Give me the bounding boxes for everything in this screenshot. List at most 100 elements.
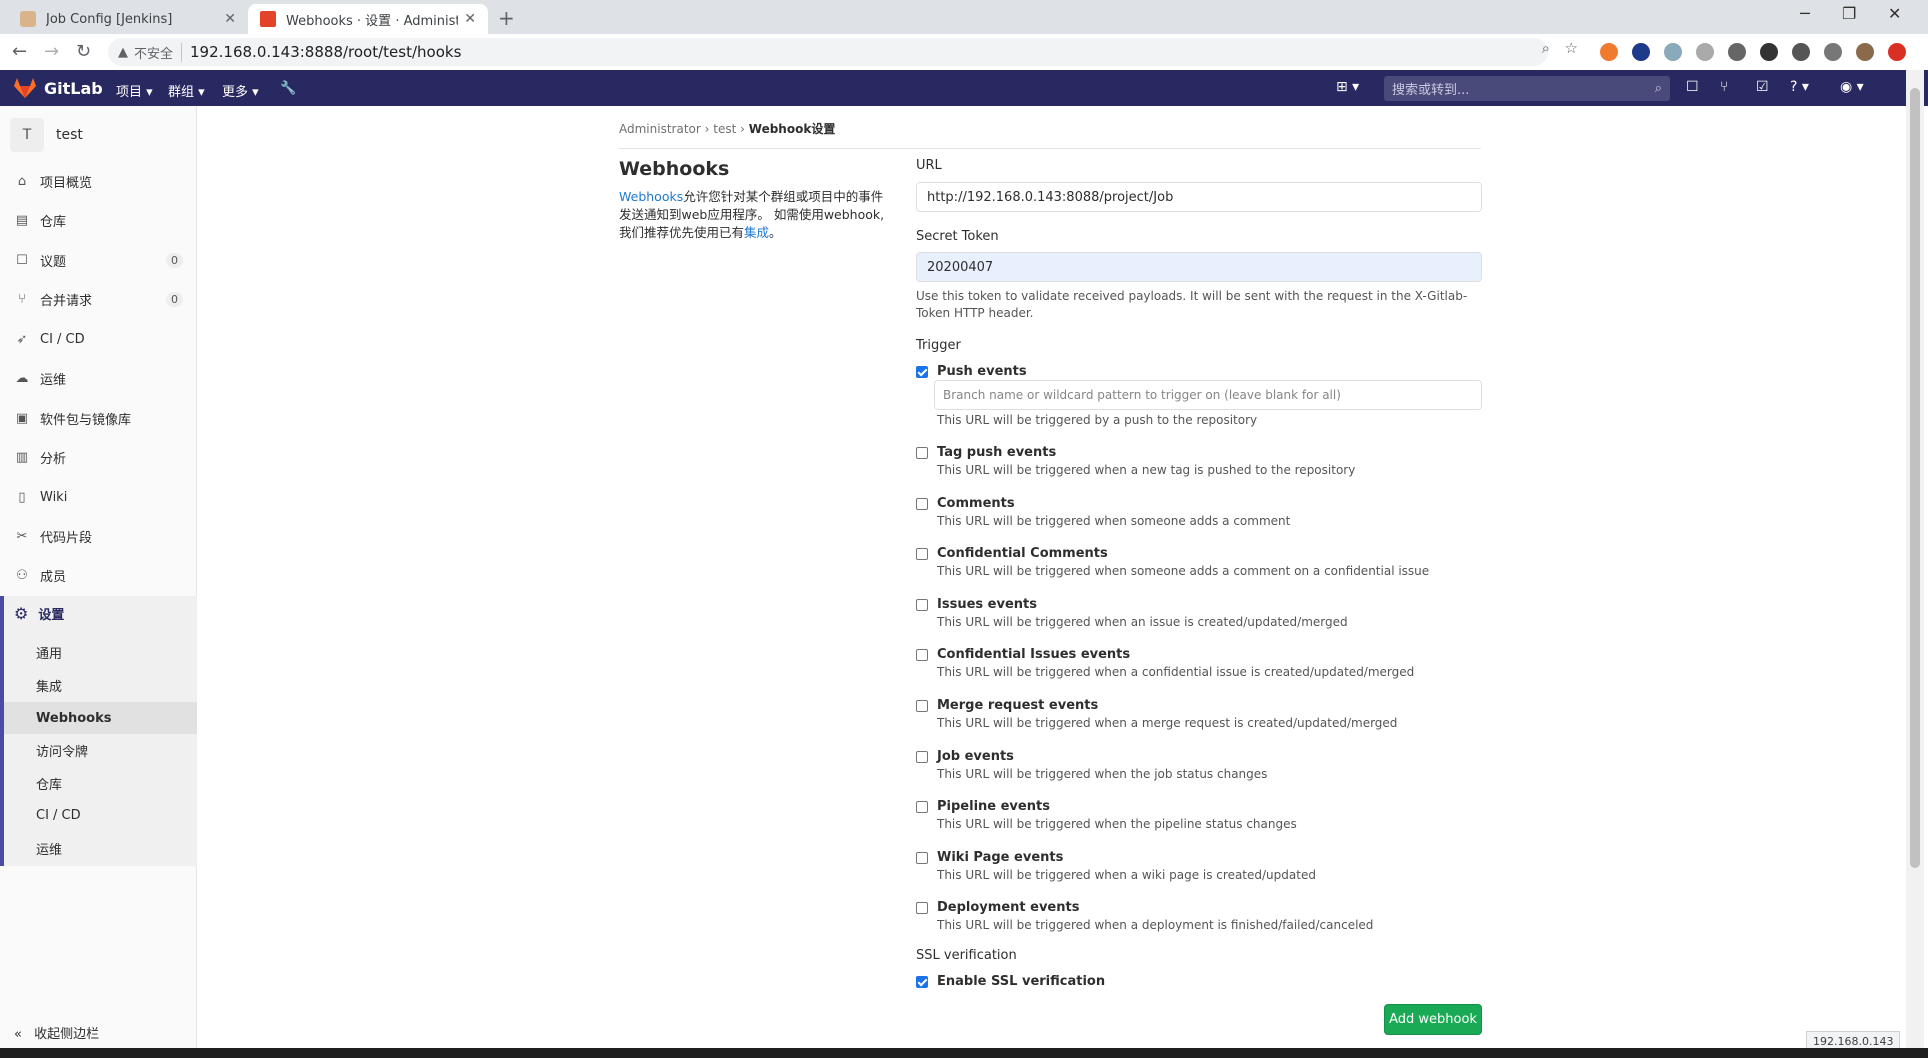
sidebar-item-issues[interactable]: ☐ 议题 0	[0, 241, 197, 279]
reload-icon[interactable]: ↻	[76, 41, 91, 62]
settings-sub-integrations[interactable]: 集成	[4, 669, 197, 701]
extension-icon[interactable]	[1632, 43, 1650, 61]
project-header[interactable]: T test	[10, 118, 83, 152]
zoom-icon[interactable]: ⌕	[1542, 39, 1550, 57]
extension-icon[interactable]	[1728, 43, 1746, 61]
warning-icon: ▲	[118, 44, 128, 60]
sidebar-item-members[interactable]: ⚇ 成员	[0, 556, 197, 594]
breadcrumb-admin[interactable]: Administrator	[619, 122, 701, 136]
extension-icon[interactable]	[1760, 43, 1778, 61]
sidebar-item-wiki[interactable]: ▯ Wiki	[0, 478, 197, 516]
breadcrumb-current[interactable]: Webhook设置	[749, 122, 836, 136]
sidebar-settings-section: ⚙ 设置 通用 集成 Webhooks 访问令牌 仓库 CI / CD 运维	[0, 596, 197, 866]
bookmark-star-icon[interactable]: ☆	[1565, 39, 1578, 57]
package-icon: ▣	[15, 410, 29, 426]
double-chevron-left-icon: «	[14, 1027, 22, 1042]
settings-sub-cicd[interactable]: CI / CD	[4, 799, 197, 831]
more-menu[interactable]: 更多 ▾	[222, 81, 259, 100]
close-icon[interactable]: ✕	[464, 11, 476, 27]
tab-jenkins[interactable]: Job Config [Jenkins] ✕	[8, 4, 248, 34]
puzzle-icon[interactable]	[1824, 43, 1842, 61]
breadcrumb-project[interactable]: test	[713, 122, 736, 136]
integrations-link[interactable]: 集成	[744, 225, 769, 240]
sidebar-item-cicd[interactable]: ➶ CI / CD	[0, 320, 197, 358]
url-text[interactable]: 192.168.0.143:8888/root/test/hooks	[190, 43, 461, 61]
insecure-label: 不安全	[134, 42, 183, 62]
minimize-icon[interactable]: ─	[1800, 4, 1810, 23]
settings-sub-webhooks[interactable]: Webhooks	[4, 702, 197, 734]
branch-filter-input[interactable]: Branch name or wildcard pattern to trigg…	[934, 380, 1482, 410]
doc-icon: ▤	[15, 212, 29, 228]
new-dropdown-icon[interactable]: ⊞ ▾	[1336, 79, 1359, 95]
omnibox[interactable]: ▲ 不安全 192.168.0.143:8888/root/test/hooks	[108, 38, 1548, 66]
tag-push-checkbox[interactable]	[916, 447, 928, 459]
push-events-desc: This URL will be triggered by a push to …	[937, 413, 1258, 427]
merge-request-icon[interactable]: ⑂	[1720, 79, 1728, 95]
help-icon[interactable]: ? ▾	[1790, 79, 1809, 95]
extension-icon[interactable]	[1696, 43, 1714, 61]
window-close-icon[interactable]: ✕	[1888, 4, 1901, 23]
settings-sub-repository[interactable]: 仓库	[4, 767, 197, 799]
ssl-verification-checkbox[interactable]	[916, 976, 928, 988]
settings-sub-access-tokens[interactable]: 访问令牌	[4, 734, 197, 766]
sidebar-item-settings[interactable]: ⚙ 设置	[14, 604, 64, 623]
user-avatar[interactable]: ◉ ▾	[1840, 79, 1864, 95]
settings-sub-operations[interactable]: 运维	[4, 832, 197, 864]
comments-checkbox[interactable]	[916, 498, 928, 510]
sidebar-item-merge-requests[interactable]: ⑂ 合并请求 0	[0, 280, 197, 318]
collapse-sidebar-button[interactable]: « 收起侧边栏	[14, 1023, 99, 1042]
add-webhook-button[interactable]: Add webhook	[1384, 1004, 1482, 1035]
extension-icon[interactable]	[1600, 43, 1618, 61]
search-input[interactable]: 搜索或转到... ⌕	[1384, 76, 1670, 101]
confidential-issues-checkbox[interactable]	[916, 649, 928, 661]
issues-icon[interactable]: ☐	[1686, 79, 1699, 95]
pipeline-events-checkbox[interactable]	[916, 801, 928, 813]
update-icon[interactable]	[1888, 43, 1906, 61]
admin-wrench-icon[interactable]: 🔧	[280, 81, 296, 96]
tab-webhooks[interactable]: Webhooks · 设置 · Administrat ✕	[248, 4, 488, 34]
url-input[interactable]: http://192.168.0.143:8088/project/Job	[916, 182, 1482, 212]
groups-menu[interactable]: 群组 ▾	[168, 81, 205, 100]
secret-token-input[interactable]: 20200407	[916, 252, 1482, 282]
deployment-events-checkbox[interactable]	[916, 902, 928, 914]
project-sidebar: T test ⌂ 项目概览 ▤ 仓库 ☐ 议题 0 ⑂ 合并请求 0 ➶ CI / CD ☁ 运…	[0, 106, 197, 1058]
sidebar-item-packages[interactable]: ▣ 软件包与镜像库	[0, 399, 197, 437]
sidebar-item-repository[interactable]: ▤ 仓库	[0, 201, 197, 239]
jenkins-icon	[20, 11, 36, 27]
new-tab-icon[interactable]: +	[498, 6, 515, 30]
chart-icon: ▥	[15, 449, 29, 465]
job-events-checkbox[interactable]	[916, 751, 928, 763]
extension-icon[interactable]	[1664, 43, 1682, 61]
page-scrollbar[interactable]	[1906, 70, 1924, 1048]
sidebar-item-analytics[interactable]: ▥ 分析	[0, 438, 197, 476]
projects-menu[interactable]: 项目 ▾	[116, 81, 153, 100]
merge-icon: ⑂	[18, 291, 26, 307]
scissors-icon: ✂	[16, 528, 28, 544]
gitlab-logo[interactable]: GitLab	[14, 78, 103, 98]
gitlab-header: GitLab 项目 ▾ 群组 ▾ 更多 ▾ 🔧 ⊞ ▾ 搜索或转到... ⌕ ☐…	[0, 70, 1928, 106]
trigger-label: Trigger	[916, 338, 961, 353]
push-events-checkbox[interactable]	[916, 366, 928, 378]
profile-avatar[interactable]	[1856, 43, 1874, 61]
settings-sub-general[interactable]: 通用	[4, 636, 197, 668]
project-avatar: T	[10, 118, 44, 152]
scrollbar-thumb[interactable]	[1910, 88, 1920, 868]
wiki-page-checkbox[interactable]	[916, 852, 928, 864]
close-icon[interactable]: ✕	[224, 11, 236, 27]
gitlab-icon	[260, 11, 276, 27]
sidebar-item-snippets[interactable]: ✂ 代码片段	[0, 517, 197, 555]
extension-icon[interactable]	[1792, 43, 1810, 61]
project-name: test	[56, 127, 83, 143]
sidebar-item-operations[interactable]: ☁ 运维	[0, 359, 197, 397]
sidebar-item-overview[interactable]: ⌂ 项目概览	[0, 162, 197, 200]
webhooks-doc-link[interactable]: Webhooks	[619, 189, 683, 204]
merge-request-checkbox[interactable]	[916, 700, 928, 712]
issues-events-checkbox[interactable]	[916, 599, 928, 611]
back-icon[interactable]: ←	[12, 41, 27, 62]
ssl-verification-label: SSL verification	[916, 948, 1017, 963]
browser-tab-bar: Job Config [Jenkins] ✕ Webhooks · 设置 · A…	[0, 0, 1928, 34]
todo-icon[interactable]: ☑	[1756, 79, 1769, 95]
forward-icon[interactable]: →	[44, 41, 59, 62]
restore-icon[interactable]: ❐	[1842, 4, 1856, 23]
confidential-comments-checkbox[interactable]	[916, 548, 928, 560]
